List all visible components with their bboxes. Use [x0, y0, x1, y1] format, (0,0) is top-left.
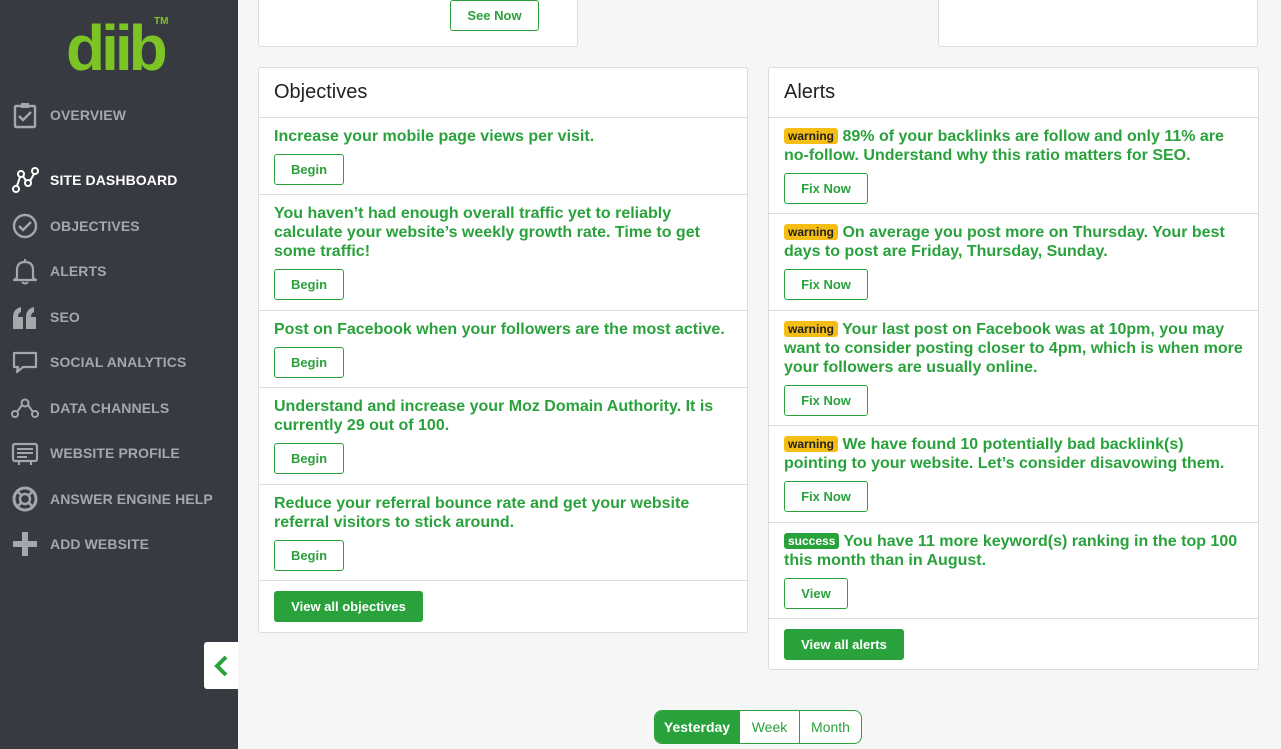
fix-now-button[interactable]: Fix Now: [784, 481, 868, 512]
sidebar-item-answer-engine-help[interactable]: ANSWER ENGINE HELP: [0, 481, 238, 517]
list-item: warning Your last post on Facebook was a…: [769, 311, 1258, 426]
begin-button[interactable]: Begin: [274, 154, 344, 185]
begin-button[interactable]: Begin: [274, 443, 344, 474]
sidebar-item-alerts[interactable]: ALERTS: [0, 253, 238, 289]
alert-text: On average you post more on Thursday. Yo…: [784, 224, 1225, 260]
svg-text:TM: TM: [154, 16, 168, 27]
status-badge: warning: [784, 436, 839, 452]
sidebar-item-label: SOCIAL ANALYTICS: [50, 354, 187, 370]
sidebar-item-label: OBJECTIVES: [50, 218, 140, 234]
alert-text: Your last post on Facebook was at 10pm, …: [784, 321, 1243, 376]
sidebar-item-website-profile[interactable]: WEBSITE PROFILE: [0, 435, 238, 471]
list-item: warning We have found 10 potentially bad…: [769, 426, 1258, 523]
view-button[interactable]: View: [784, 578, 848, 609]
list-item: Reduce your referral bounce rate and get…: [259, 485, 747, 581]
begin-button[interactable]: Begin: [274, 269, 344, 300]
list-item: warning On average you post more on Thur…: [769, 214, 1258, 311]
list-item: Increase your mobile page views per visi…: [259, 118, 747, 195]
svg-text:diib: diib: [66, 12, 166, 74]
top-card-right: [938, 0, 1258, 47]
plus-icon: [0, 530, 50, 558]
sidebar-item-social-analytics[interactable]: SOCIAL ANALYTICS: [0, 344, 238, 380]
sidebar: diib TM OVERVIEW SITE DASHBOARD OBJECTIV…: [0, 0, 238, 749]
objective-text: You haven’t had enough overall traffic y…: [274, 205, 700, 260]
status-badge: warning: [784, 321, 839, 337]
sidebar-item-label: WEBSITE PROFILE: [50, 445, 180, 461]
status-badge: warning: [784, 128, 839, 144]
id-card-icon: [0, 439, 50, 467]
objective-text: Reduce your referral bounce rate and get…: [274, 495, 690, 531]
sidebar-item-label: ALERTS: [50, 263, 107, 279]
alerts-panel: Alerts warning 89% of your backlinks are…: [768, 67, 1259, 670]
sidebar-item-label: DATA CHANNELS: [50, 400, 170, 416]
sidebar-item-data-channels[interactable]: DATA CHANNELS: [0, 390, 238, 426]
period-option-week[interactable]: Week: [739, 711, 799, 743]
chat-bubble-icon: [0, 348, 50, 376]
view-all-alerts-button[interactable]: View all alerts: [784, 629, 904, 660]
check-circle-icon: [0, 212, 50, 240]
fix-now-button[interactable]: Fix Now: [784, 173, 868, 204]
quote-icon: [0, 303, 50, 331]
alert-text: We have found 10 potentially bad backlin…: [784, 436, 1225, 472]
period-option-yesterday[interactable]: Yesterday: [655, 711, 739, 743]
sidebar-item-label: ANSWER ENGINE HELP: [50, 491, 213, 507]
network-icon: [0, 394, 50, 422]
see-now-button[interactable]: See Now: [450, 0, 539, 31]
objectives-title: Objectives: [259, 68, 747, 118]
alert-text: You have 11 more keyword(s) ranking in t…: [784, 533, 1238, 569]
lifebuoy-icon: [0, 485, 50, 513]
fix-now-button[interactable]: Fix Now: [784, 385, 868, 416]
period-option-month[interactable]: Month: [799, 711, 861, 743]
clipboard-check-icon: [0, 101, 50, 129]
alert-text: 89% of your backlinks are follow and onl…: [784, 128, 1224, 164]
list-item: success You have 11 more keyword(s) rank…: [769, 523, 1258, 619]
sidebar-item-seo[interactable]: SEO: [0, 299, 238, 335]
sidebar-item-add-website[interactable]: ADD WEBSITE: [0, 526, 238, 562]
sidebar-item-label: SITE DASHBOARD: [50, 172, 178, 188]
objective-text: Increase your mobile page views per visi…: [274, 128, 595, 145]
sidebar-item-label: OVERVIEW: [50, 107, 127, 123]
fix-now-button[interactable]: Fix Now: [784, 269, 868, 300]
objective-text: Post on Facebook when your followers are…: [274, 321, 725, 338]
bell-icon: [0, 257, 50, 285]
sidebar-item-label: SEO: [50, 309, 80, 325]
chevron-left-icon: [214, 655, 228, 676]
graph-nodes-icon: [0, 166, 50, 194]
list-item: Post on Facebook when your followers are…: [259, 311, 747, 388]
period-selector: Yesterday Week Month: [654, 710, 862, 744]
list-item: warning 89% of your backlinks are follow…: [769, 118, 1258, 214]
list-item: Understand and increase your Moz Domain …: [259, 388, 747, 485]
objective-text: Understand and increase your Moz Domain …: [274, 398, 714, 434]
alerts-title: Alerts: [769, 68, 1258, 118]
begin-button[interactable]: Begin: [274, 540, 344, 571]
objectives-panel: Objectives Increase your mobile page vie…: [258, 67, 748, 633]
view-all-objectives-button[interactable]: View all objectives: [274, 591, 423, 622]
diib-logo[interactable]: diib TM: [66, 12, 176, 74]
status-badge: warning: [784, 224, 839, 240]
sidebar-item-overview[interactable]: OVERVIEW: [0, 97, 238, 133]
list-item: You haven’t had enough overall traffic y…: [259, 195, 747, 311]
collapse-sidebar-button[interactable]: [204, 642, 238, 689]
sidebar-item-objectives[interactable]: OBJECTIVES: [0, 208, 238, 244]
status-badge: success: [784, 533, 840, 549]
sidebar-item-label: ADD WEBSITE: [50, 536, 150, 552]
begin-button[interactable]: Begin: [274, 347, 344, 378]
sidebar-item-site-dashboard[interactable]: SITE DASHBOARD: [0, 162, 238, 198]
